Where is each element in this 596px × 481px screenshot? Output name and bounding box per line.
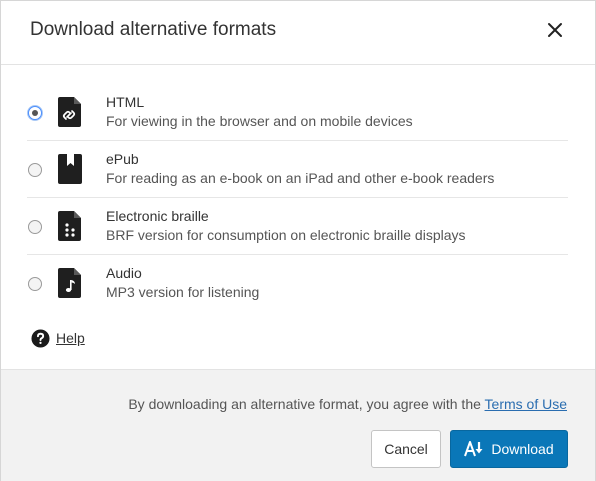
format-name: HTML [106,94,145,110]
download-arrow-icon [464,441,483,457]
close-icon [548,23,562,37]
format-radio-audio[interactable] [28,277,42,291]
html-file-link-icon [58,97,81,127]
download-label: Download [491,441,554,457]
format-name: Audio [106,265,142,281]
terms-of-use-link[interactable]: Terms of Use [485,396,567,412]
format-radio-html[interactable] [28,106,42,120]
dialog-header: Download alternative formats [1,1,595,65]
format-name: ePub [106,151,139,167]
braille-file-icon [58,211,81,241]
help-link[interactable]: Help [31,328,85,348]
terms-notice: By downloading an alternative format, yo… [128,396,567,412]
format-options-list: HTML For viewing in the browser and on m… [1,84,595,312]
format-description: For viewing in the browser and on mobile… [106,113,413,129]
close-button[interactable] [545,20,565,40]
format-option-braille[interactable]: Electronic braille BRF version for consu… [27,198,568,255]
format-description: BRF version for consumption on electroni… [106,227,466,243]
terms-prefix: By downloading an alternative format, yo… [128,396,481,412]
epub-bookmark-icon [58,154,82,184]
format-option-audio[interactable]: Audio MP3 version for listening [27,255,568,312]
format-radio-braille[interactable] [28,220,42,234]
format-radio-epub[interactable] [28,163,42,177]
format-option-epub[interactable]: ePub For reading as an e-book on an iPad… [27,141,568,198]
format-option-html[interactable]: HTML For viewing in the browser and on m… [27,84,568,141]
download-formats-dialog: Download alternative formats HTML For vi… [0,0,596,481]
format-description: For reading as an e-book on an iPad and … [106,170,495,186]
cancel-button[interactable]: Cancel [371,430,441,468]
format-name: Electronic braille [106,208,209,224]
download-button[interactable]: Download [450,430,568,468]
dialog-footer: By downloading an alternative format, yo… [1,369,595,481]
format-description: MP3 version for listening [106,284,260,300]
audio-file-icon [58,268,81,298]
dialog-title: Download alternative formats [30,19,277,40]
help-label[interactable]: Help [56,330,85,346]
question-circle-icon [31,328,50,348]
